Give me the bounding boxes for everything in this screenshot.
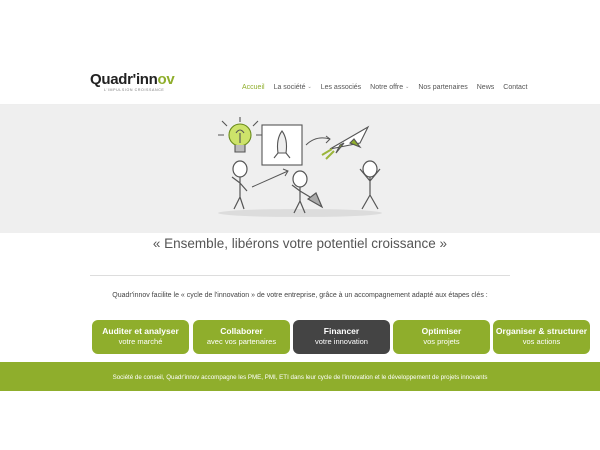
site-header: Quadr'innov L'IMPULSION CROISSANCE Accue… (0, 0, 600, 105)
nav-item-les-associes[interactable]: Les associés (321, 84, 361, 91)
rocket-icon (321, 125, 370, 160)
hero-tagline: « Ensemble, libérons votre potentiel cro… (152, 236, 448, 251)
intro-text: Quadr'innov facilite le « cycle de l'inn… (112, 292, 488, 299)
step-subtitle: avec vos partenaires (206, 337, 277, 346)
nav-item-la-societe[interactable]: La société ⌄ (274, 84, 312, 91)
step-button-collaborer[interactable]: Collaborer avec vos partenaires (193, 320, 290, 354)
logo[interactable]: Quadr'innov L'IMPULSION CROISSANCE (90, 71, 190, 97)
chevron-down-icon: ⌄ (405, 84, 410, 90)
nav-item-contact[interactable]: Contact (503, 84, 527, 91)
steps-row: Auditer et analyser votre marché Collabo… (0, 320, 600, 354)
chevron-down-icon: ⌄ (307, 84, 312, 90)
hero-illustration (218, 117, 382, 217)
nav-item-notre-offre[interactable]: Notre offre ⌄ (370, 84, 409, 91)
nav-item-accueil[interactable]: Accueil (242, 84, 265, 91)
step-subtitle: vos actions (522, 337, 561, 346)
logo-wordmark: Quadr'innov (90, 71, 175, 88)
divider (90, 275, 510, 276)
step-button-auditer[interactable]: Auditer et analyser votre marché (92, 320, 189, 354)
figure-cheering (359, 160, 381, 210)
main-nav: Accueil La société ⌄ Les associés Notre o… (242, 80, 536, 94)
step-button-financer[interactable]: Financer votre innovation (293, 320, 390, 354)
step-title: Financer (323, 326, 360, 336)
hero-banner (0, 105, 600, 233)
nav-item-nos-partenaires[interactable]: Nos partenaires (418, 84, 467, 91)
easel-board (261, 124, 303, 166)
footer-text: Société de conseil, Quadr'innov accompag… (112, 374, 488, 381)
figure-pointing (291, 170, 324, 214)
logo-tagline: L'IMPULSION CROISSANCE (104, 88, 165, 92)
step-button-organiser[interactable]: Organiser & structurer vos actions (493, 320, 590, 354)
lightbulb-icon (218, 117, 262, 153)
step-title: Auditer et analyser (102, 326, 179, 336)
step-subtitle: votre innovation (315, 337, 368, 346)
floor-shadow (218, 209, 382, 217)
arrow-icon (251, 170, 289, 188)
step-title: Collaborer (220, 326, 263, 336)
step-title: Organiser & structurer (495, 326, 588, 336)
figure-thinking (231, 160, 248, 210)
step-subtitle: vos projets (423, 337, 460, 346)
nav-item-news[interactable]: News (477, 84, 495, 91)
step-subtitle: votre marché (118, 337, 163, 346)
step-title: Optimiser (421, 326, 462, 336)
step-button-optimiser[interactable]: Optimiser vos projets (393, 320, 490, 354)
footer-banner: Société de conseil, Quadr'innov accompag… (0, 362, 600, 391)
arrow-icon (305, 137, 331, 146)
